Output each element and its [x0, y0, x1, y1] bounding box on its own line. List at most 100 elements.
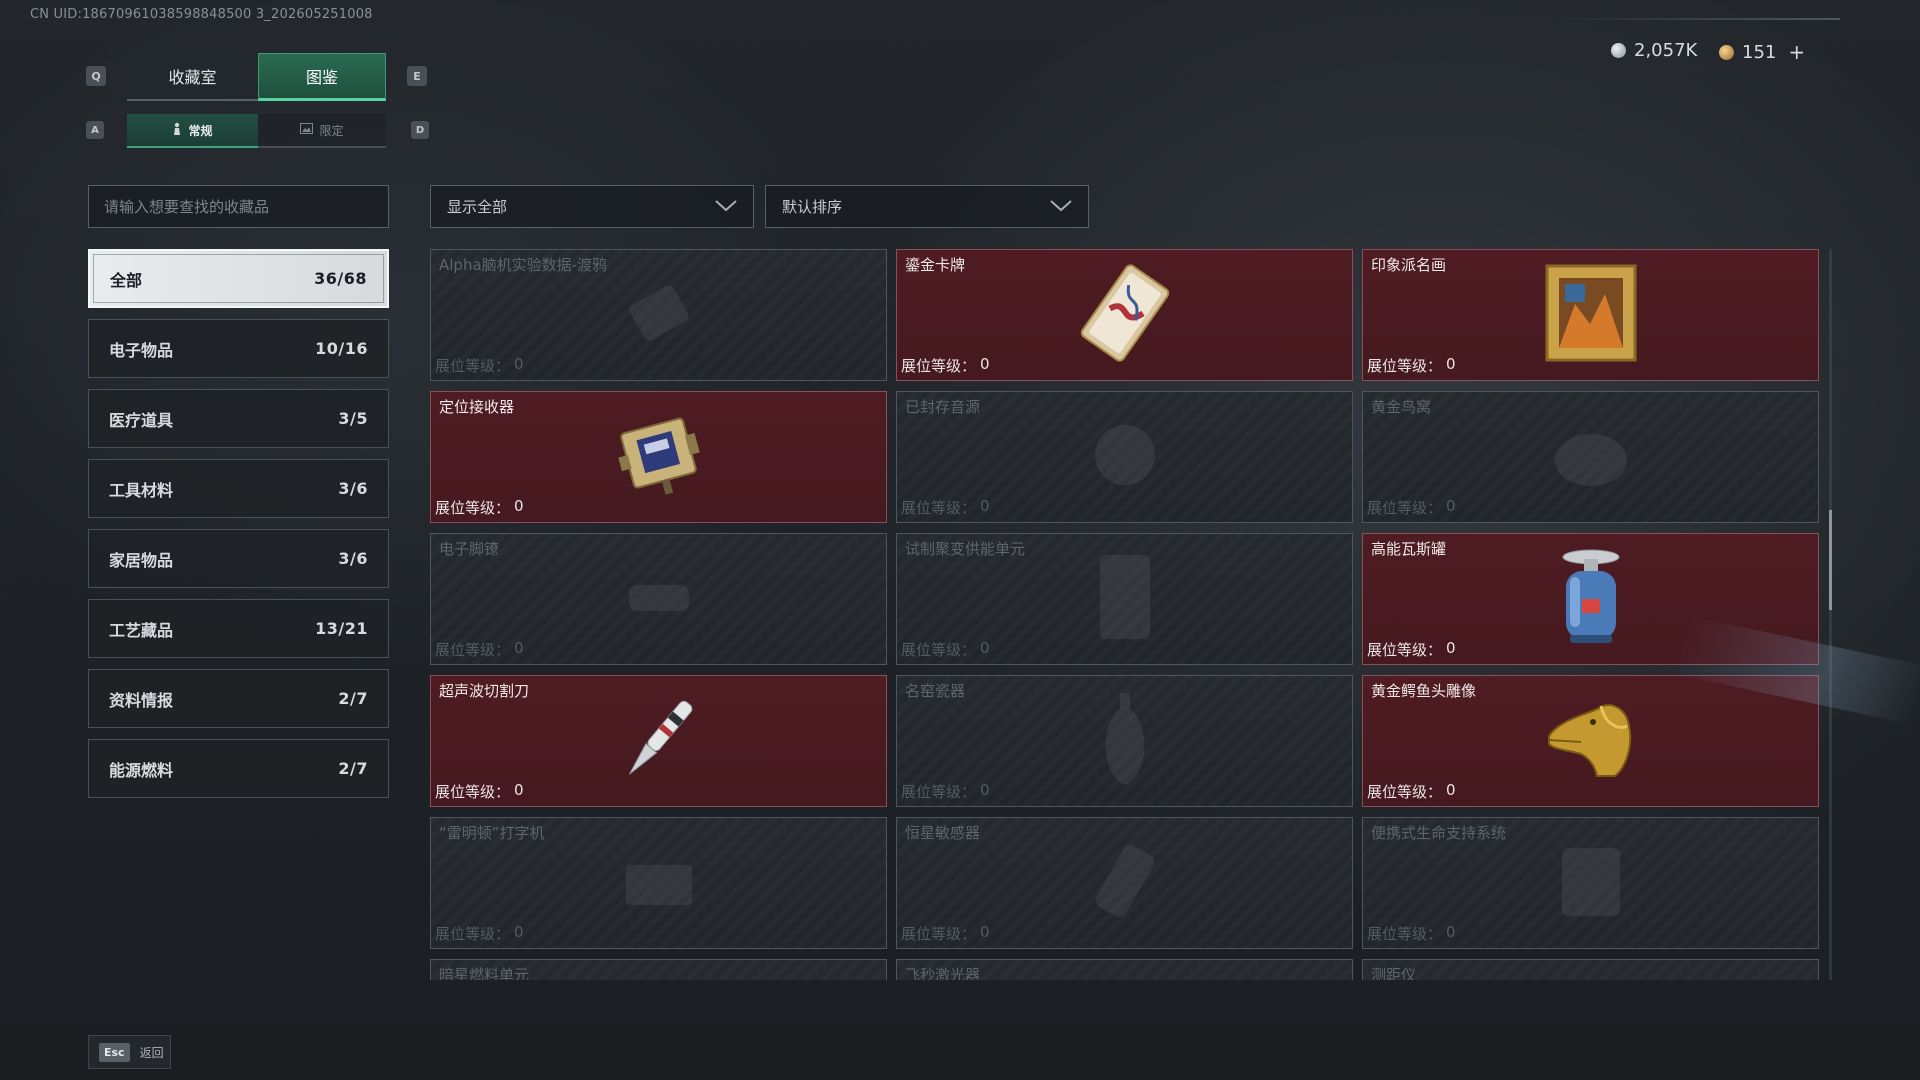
sort-value: 默认排序 — [782, 198, 843, 216]
item-name: 鎏金卡牌 — [905, 256, 966, 274]
item-card[interactable]: 暗星燃料单元 — [430, 959, 887, 980]
category-medical[interactable]: 医疗道具 3/5 — [88, 389, 389, 448]
level-label: 展位等级： — [901, 357, 977, 375]
item-name: 已封存音源 — [905, 398, 981, 416]
category-intel[interactable]: 资料情报 2/7 — [88, 669, 389, 728]
gold-currency-value: 151 — [1742, 41, 1777, 63]
level-label: 展位等级： — [901, 641, 977, 659]
gilded-card-icon — [1070, 258, 1180, 372]
item-level: 展位等级： 0 — [901, 639, 990, 660]
fusion-unit-icon — [1080, 549, 1170, 649]
level-label: 展位等级： — [1367, 925, 1443, 943]
item-card[interactable]: 飞秒激光器 — [896, 959, 1353, 980]
category-crafts[interactable]: 工艺藏品 13/21 — [88, 599, 389, 658]
category-count: 36/68 — [314, 269, 367, 288]
item-card[interactable]: 试制聚变供能单元 展位等级： 0 — [896, 533, 1353, 665]
level-value: 0 — [980, 781, 990, 799]
item-level: 展位等级： 0 — [1367, 497, 1456, 518]
category-label: 能源燃料 — [109, 760, 174, 780]
level-label: 展位等级： — [1367, 499, 1443, 517]
level-value: 0 — [980, 923, 990, 941]
collectible-grid: Alpha脑机实验数据-渡鸦 展位等级： 0 鎏金卡牌 展位等级： 0 印象派名画 — [430, 249, 1830, 980]
porcelain-vase-icon — [1095, 689, 1155, 793]
item-level: 展位等级： 0 — [1367, 781, 1456, 802]
level-label: 展位等级： — [1367, 641, 1443, 659]
item-name: 飞秒激光器 — [905, 966, 981, 980]
item-card[interactable]: 电子脚镣 展位等级： 0 — [430, 533, 887, 665]
category-count: 13/21 — [315, 619, 368, 638]
category-label: 家居物品 — [109, 550, 174, 570]
category-count: 3/6 — [338, 479, 368, 498]
item-card[interactable]: 定位接收器 展位等级： 0 — [430, 391, 887, 523]
back-button[interactable]: Esc 返回 — [88, 1035, 171, 1069]
category-electronics[interactable]: 电子物品 10/16 — [88, 319, 389, 378]
golden-crocodile-icon — [1541, 696, 1641, 786]
category-energy[interactable]: 能源燃料 2/7 — [88, 739, 389, 798]
show-filter-dropdown[interactable]: 显示全部 — [430, 185, 754, 228]
collectible-search-input[interactable]: 请输入想要查找的收藏品 — [88, 185, 389, 228]
silver-currency: 2,057K — [1611, 40, 1697, 61]
item-level: 展位等级： 0 — [1367, 355, 1456, 376]
item-level: 展位等级： 0 — [901, 355, 990, 376]
category-all[interactable]: 全部 36/68 — [88, 249, 389, 308]
category-label: 资料情报 — [109, 690, 174, 710]
item-level: 展位等级： 0 — [435, 639, 524, 660]
ankle-monitor-icon — [614, 557, 704, 641]
item-card[interactable]: 测距仪 — [1362, 959, 1819, 980]
golden-nest-icon — [1546, 415, 1636, 499]
item-card[interactable]: 鎏金卡牌 展位等级： 0 — [896, 249, 1353, 381]
level-label: 展位等级： — [901, 783, 977, 801]
figure-icon — [172, 122, 182, 139]
level-label: 展位等级： — [435, 357, 511, 375]
item-card[interactable]: 名窑瓷器 展位等级： 0 — [896, 675, 1353, 807]
item-card[interactable]: 黄金鸟窝 展位等级： 0 — [1362, 391, 1819, 523]
item-level: 展位等级： 0 — [435, 355, 524, 376]
item-level: 展位等级： 0 — [1367, 639, 1456, 660]
item-card[interactable]: 已封存音源 展位等级： 0 — [896, 391, 1353, 523]
item-card[interactable]: 恒星敏感器 展位等级： 0 — [896, 817, 1353, 949]
item-name: 黄金鸟窝 — [1371, 398, 1432, 416]
item-card[interactable]: 黄金鳄鱼头雕像 展位等级： 0 — [1362, 675, 1819, 807]
item-card[interactable]: “雷明顿”打字机 展位等级： 0 — [430, 817, 887, 949]
item-name: 超声波切割刀 — [439, 682, 530, 700]
tab-encyclopedia[interactable]: 图鉴 — [258, 53, 386, 101]
category-count: 10/16 — [315, 339, 368, 358]
subtab-key-d-hint: D — [411, 121, 429, 139]
item-name: 印象派名画 — [1371, 256, 1447, 274]
add-currency-button[interactable]: + — [1788, 40, 1805, 64]
subtab-regular[interactable]: 常规 — [127, 114, 258, 148]
category-count: 2/7 — [338, 759, 368, 778]
category-household[interactable]: 家居物品 3/6 — [88, 529, 389, 588]
tab-collection-room[interactable]: 收藏室 — [127, 53, 258, 101]
item-card[interactable]: 印象派名画 展位等级： 0 — [1362, 249, 1819, 381]
category-tools[interactable]: 工具材料 3/6 — [88, 459, 389, 518]
category-count: 3/5 — [338, 409, 368, 428]
item-level: 展位等级： 0 — [901, 781, 990, 802]
grid-scrollbar-thumb[interactable] — [1829, 510, 1832, 610]
level-label: 展位等级： — [435, 783, 511, 801]
level-value: 0 — [980, 497, 990, 515]
item-name: 测距仪 — [1371, 966, 1417, 980]
show-filter-value: 显示全部 — [447, 198, 508, 216]
item-level: 展位等级： 0 — [435, 781, 524, 802]
esc-key-hint: Esc — [99, 1042, 130, 1062]
subtab-key-a-hint: A — [86, 121, 104, 139]
sort-dropdown[interactable]: 默认排序 — [765, 185, 1089, 228]
item-level: 展位等级： 0 — [435, 497, 524, 518]
level-value: 0 — [1446, 497, 1456, 515]
level-label: 展位等级： — [1367, 357, 1443, 375]
silver-currency-value: 2,057K — [1634, 40, 1698, 61]
subtab-limited[interactable]: 限定 — [258, 114, 386, 148]
item-card[interactable]: 便携式生命支持系统 展位等级： 0 — [1362, 817, 1819, 949]
level-label: 展位等级： — [435, 499, 511, 517]
tab-key-e-hint: E — [407, 66, 427, 86]
category-label: 全部 — [110, 270, 143, 290]
ultrasonic-knife-icon — [614, 689, 704, 793]
item-card[interactable]: Alpha脑机实验数据-渡鸦 展位等级： 0 — [430, 249, 887, 381]
top-decoration-line — [1560, 18, 1840, 20]
item-card[interactable]: 超声波切割刀 展位等级： 0 — [430, 675, 887, 807]
level-value: 0 — [1446, 781, 1456, 799]
level-value: 0 — [1446, 355, 1456, 373]
life-support-icon — [1546, 836, 1636, 930]
grid-scrollbar[interactable] — [1829, 249, 1832, 980]
